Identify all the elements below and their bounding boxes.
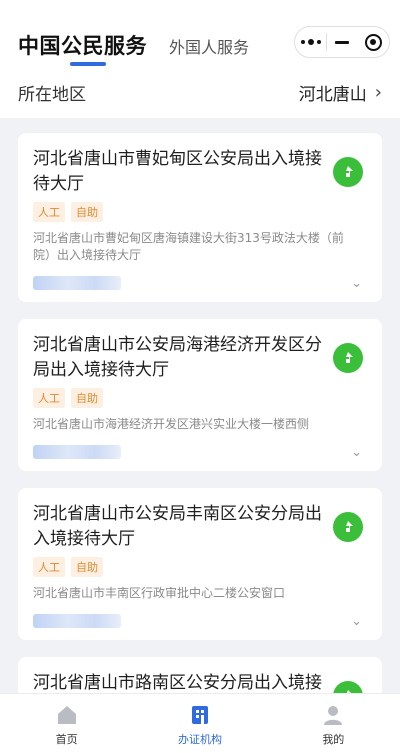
tabbar-label: 办证机构 [177, 733, 222, 746]
minimize-icon [335, 40, 350, 44]
tabbar-label: 我的 [322, 733, 345, 746]
service-tags: 人工 自助 [33, 557, 368, 577]
office-address: 河北省唐山市丰南区行政审批中心二楼公安窗口 [33, 586, 286, 600]
tabbar-item-profile[interactable]: 我的 [267, 694, 400, 753]
bottom-tab-bar: 首页 办证机构 我的 [0, 693, 400, 753]
more-button[interactable] [295, 27, 326, 57]
more-dots-icon [300, 39, 321, 45]
service-tabs: 中国公民服务 外国人服务 [18, 30, 249, 66]
office-title: 河北省唐山市公安局海港经济开发区分局出入境接待大厅 [33, 335, 322, 380]
office-card[interactable]: 河北省唐山市公安局丰南区公安分局出入境接待大厅 人工 自助 河北省唐山市丰南区行… [18, 488, 382, 640]
office-card[interactable]: 河北省唐山市公安局海港经济开发区分局出入境接待大厅 人工 自助 河北省唐山市海港… [18, 319, 382, 471]
navigation-arrow-icon [346, 352, 353, 363]
blurred-info [33, 445, 121, 459]
region-label: 所在地区 [18, 85, 86, 105]
tag-self-service: 自助 [71, 388, 103, 408]
tag-self-service: 自助 [71, 202, 103, 222]
region-row[interactable]: 所在地区 河北唐山 › [18, 80, 382, 105]
tabbar-item-home[interactable]: 首页 [0, 694, 133, 753]
card-footer: ⌄ [33, 612, 368, 630]
blurred-info [33, 276, 121, 290]
office-address: 河北省唐山市海港经济开发区港兴实业大楼一楼西侧 [33, 417, 310, 431]
tag-self-service: 自助 [71, 557, 103, 577]
office-title: 河北省唐山市公安局丰南区公安分局出入境接待大厅 [33, 504, 322, 549]
blurred-info [33, 614, 121, 628]
tab-citizen-service[interactable]: 中国公民服务 [18, 30, 147, 66]
close-target-icon [364, 33, 382, 51]
home-icon [57, 706, 76, 724]
tabbar-label: 首页 [55, 733, 78, 746]
card-footer: ⌄ [33, 274, 368, 292]
minimize-button[interactable] [327, 27, 358, 57]
service-tags: 人工 自助 [33, 202, 368, 222]
office-list: 河北省唐山市曹妃甸区公安局出入境接待大厅 人工 自助 河北省唐山市曹妃甸区唐海镇… [18, 133, 382, 748]
tabbar-item-offices[interactable]: 办证机构 [133, 694, 266, 753]
office-title: 河北省唐山市曹妃甸区公安局出入境接待大厅 [33, 149, 322, 194]
navigation-arrow-icon [346, 521, 353, 532]
user-icon [324, 706, 343, 725]
building-icon [191, 706, 208, 724]
tag-manual: 人工 [33, 388, 65, 408]
navigate-button[interactable] [333, 512, 363, 542]
miniprogram-capsule [294, 26, 390, 58]
tag-manual: 人工 [33, 202, 65, 222]
chevron-down-icon[interactable]: ⌄ [351, 445, 362, 460]
close-button[interactable] [358, 27, 389, 57]
navigation-arrow-icon [346, 166, 353, 177]
navigate-button[interactable] [333, 157, 363, 187]
tab-foreigner-service[interactable]: 外国人服务 [169, 34, 249, 58]
chevron-right-icon: › [374, 82, 382, 103]
region-value: 河北唐山 [298, 85, 367, 105]
top-header: 中国公民服务 外国人服务 所在地区 河北唐山 › [0, 0, 400, 118]
navigate-button[interactable] [333, 343, 363, 373]
tag-manual: 人工 [33, 557, 65, 577]
chevron-down-icon[interactable]: ⌄ [351, 276, 362, 291]
region-selector[interactable]: 河北唐山 › [299, 80, 382, 105]
card-footer: ⌄ [33, 443, 368, 461]
office-address: 河北省唐山市曹妃甸区唐海镇建设大街313号政法大楼（前院）出入境接待大厅 [33, 231, 344, 262]
service-tags: 人工 自助 [33, 388, 368, 408]
office-card[interactable]: 河北省唐山市曹妃甸区公安局出入境接待大厅 人工 自助 河北省唐山市曹妃甸区唐海镇… [18, 133, 382, 302]
chevron-down-icon[interactable]: ⌄ [351, 614, 362, 629]
